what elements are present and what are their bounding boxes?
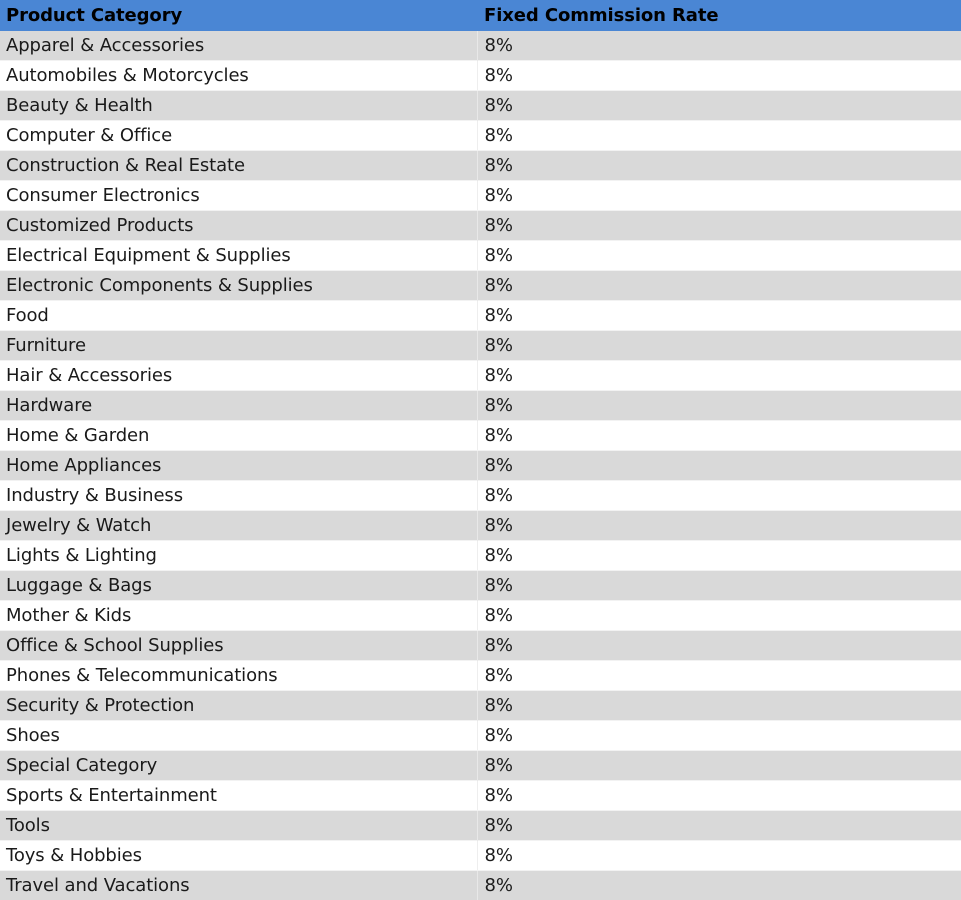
cell-product-category: Furniture (0, 331, 477, 361)
cell-fixed-commission-rate: 8% (477, 271, 961, 301)
cell-product-category: Automobiles & Motorcycles (0, 61, 477, 91)
table-row: Security & Protection8% (0, 691, 961, 721)
cell-product-category: Hardware (0, 391, 477, 421)
table-row: Industry & Business8% (0, 481, 961, 511)
cell-fixed-commission-rate: 8% (477, 61, 961, 91)
table-row: Apparel & Accessories8% (0, 31, 961, 61)
cell-product-category: Security & Protection (0, 691, 477, 721)
table-header: Product Category Fixed Commission Rate (0, 0, 961, 31)
cell-fixed-commission-rate: 8% (477, 691, 961, 721)
table-row: Lights & Lighting8% (0, 541, 961, 571)
table-row: Home Appliances8% (0, 451, 961, 481)
cell-fixed-commission-rate: 8% (477, 661, 961, 691)
cell-fixed-commission-rate: 8% (477, 781, 961, 811)
table-row: Electronic Components & Supplies8% (0, 271, 961, 301)
cell-product-category: Shoes (0, 721, 477, 751)
cell-fixed-commission-rate: 8% (477, 721, 961, 751)
cell-fixed-commission-rate: 8% (477, 301, 961, 331)
cell-fixed-commission-rate: 8% (477, 751, 961, 781)
cell-product-category: Office & School Supplies (0, 631, 477, 661)
cell-fixed-commission-rate: 8% (477, 91, 961, 121)
cell-fixed-commission-rate: 8% (477, 151, 961, 181)
cell-product-category: Hair & Accessories (0, 361, 477, 391)
cell-product-category: Computer & Office (0, 121, 477, 151)
cell-product-category: Home & Garden (0, 421, 477, 451)
cell-fixed-commission-rate: 8% (477, 361, 961, 391)
table-row: Phones & Telecommunications8% (0, 661, 961, 691)
table-row: Hair & Accessories8% (0, 361, 961, 391)
cell-fixed-commission-rate: 8% (477, 841, 961, 871)
table-row: Hardware8% (0, 391, 961, 421)
table-row: Sports & Entertainment8% (0, 781, 961, 811)
cell-fixed-commission-rate: 8% (477, 211, 961, 241)
cell-fixed-commission-rate: 8% (477, 541, 961, 571)
cell-product-category: Industry & Business (0, 481, 477, 511)
cell-product-category: Electrical Equipment & Supplies (0, 241, 477, 271)
cell-fixed-commission-rate: 8% (477, 811, 961, 841)
cell-product-category: Food (0, 301, 477, 331)
cell-product-category: Electronic Components & Supplies (0, 271, 477, 301)
cell-product-category: Tools (0, 811, 477, 841)
table-row: Construction & Real Estate8% (0, 151, 961, 181)
table-row: Computer & Office8% (0, 121, 961, 151)
table-row: Beauty & Health8% (0, 91, 961, 121)
cell-fixed-commission-rate: 8% (477, 121, 961, 151)
cell-product-category: Consumer Electronics (0, 181, 477, 211)
table-row: Electrical Equipment & Supplies8% (0, 241, 961, 271)
cell-fixed-commission-rate: 8% (477, 421, 961, 451)
table-row: Mother & Kids8% (0, 601, 961, 631)
cell-product-category: Mother & Kids (0, 601, 477, 631)
cell-product-category: Phones & Telecommunications (0, 661, 477, 691)
table-row: Office & School Supplies8% (0, 631, 961, 661)
table-header-row: Product Category Fixed Commission Rate (0, 0, 961, 31)
table-row: Toys & Hobbies8% (0, 841, 961, 871)
cell-product-category: Construction & Real Estate (0, 151, 477, 181)
cell-fixed-commission-rate: 8% (477, 631, 961, 661)
cell-fixed-commission-rate: 8% (477, 451, 961, 481)
table-row: Furniture8% (0, 331, 961, 361)
table-body: Apparel & Accessories8%Automobiles & Mot… (0, 31, 961, 900)
table-row: Luggage & Bags8% (0, 571, 961, 601)
cell-product-category: Sports & Entertainment (0, 781, 477, 811)
table-row: Home & Garden8% (0, 421, 961, 451)
table-row: Customized Products8% (0, 211, 961, 241)
table-row: Travel and Vacations8% (0, 871, 961, 900)
cell-fixed-commission-rate: 8% (477, 481, 961, 511)
cell-fixed-commission-rate: 8% (477, 601, 961, 631)
cell-fixed-commission-rate: 8% (477, 511, 961, 541)
cell-product-category: Jewelry & Watch (0, 511, 477, 541)
cell-product-category: Lights & Lighting (0, 541, 477, 571)
cell-fixed-commission-rate: 8% (477, 391, 961, 421)
table-row: Automobiles & Motorcycles8% (0, 61, 961, 91)
column-header-fixed-commission-rate: Fixed Commission Rate (477, 0, 961, 31)
cell-fixed-commission-rate: 8% (477, 871, 961, 900)
cell-fixed-commission-rate: 8% (477, 241, 961, 271)
commission-rate-table: Product Category Fixed Commission Rate A… (0, 0, 961, 900)
cell-product-category: Apparel & Accessories (0, 31, 477, 61)
cell-product-category: Home Appliances (0, 451, 477, 481)
table-row: Food8% (0, 301, 961, 331)
cell-fixed-commission-rate: 8% (477, 331, 961, 361)
table-row: Jewelry & Watch8% (0, 511, 961, 541)
cell-product-category: Customized Products (0, 211, 477, 241)
cell-fixed-commission-rate: 8% (477, 571, 961, 601)
table-row: Tools8% (0, 811, 961, 841)
cell-fixed-commission-rate: 8% (477, 31, 961, 61)
cell-product-category: Beauty & Health (0, 91, 477, 121)
table-row: Consumer Electronics8% (0, 181, 961, 211)
cell-product-category: Toys & Hobbies (0, 841, 477, 871)
cell-fixed-commission-rate: 8% (477, 181, 961, 211)
cell-product-category: Special Category (0, 751, 477, 781)
column-header-product-category: Product Category (0, 0, 477, 31)
table-row: Special Category8% (0, 751, 961, 781)
cell-product-category: Luggage & Bags (0, 571, 477, 601)
table-row: Shoes8% (0, 721, 961, 751)
cell-product-category: Travel and Vacations (0, 871, 477, 900)
